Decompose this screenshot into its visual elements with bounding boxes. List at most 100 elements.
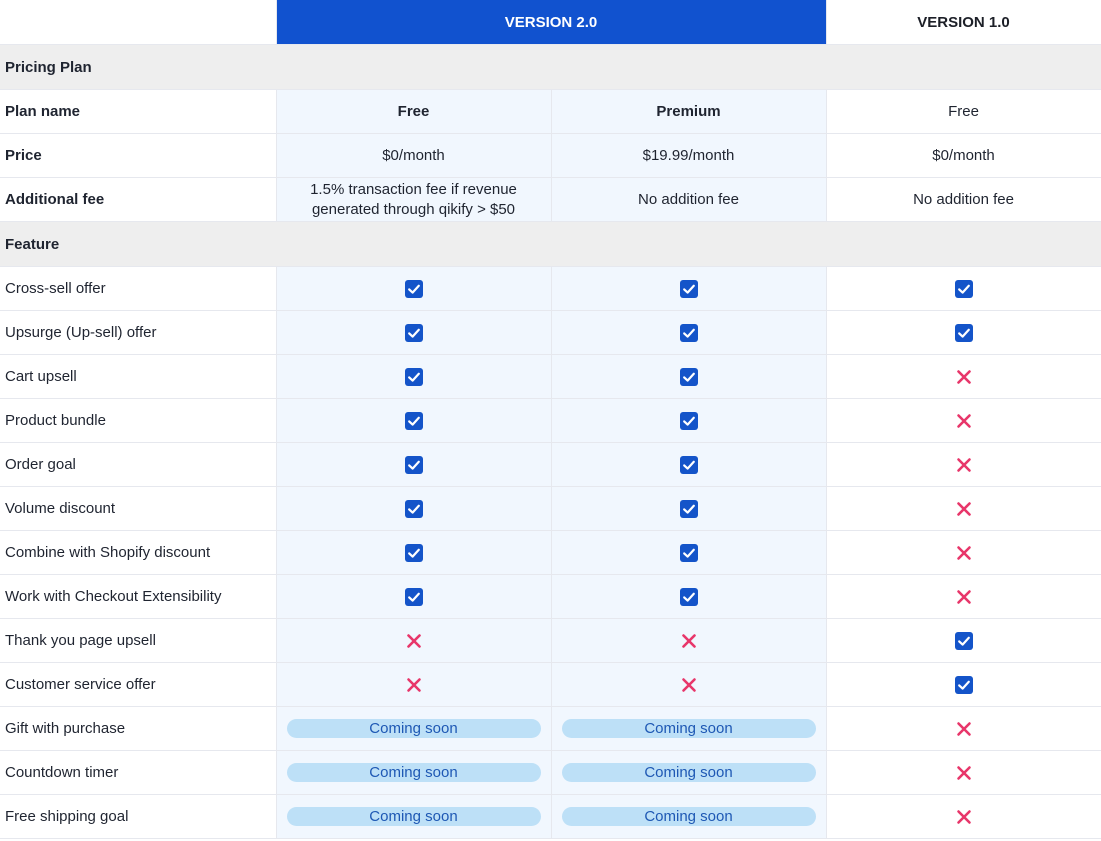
fee-line: 1.5% transaction fee if revenue — [310, 180, 517, 198]
pricing-row-additional-fee: Additional fee 1.5% transaction fee if r… — [0, 177, 1101, 222]
checkbox-checked-icon — [404, 455, 423, 474]
feature-label: Product bundle — [0, 398, 277, 443]
feature-row: Work with Checkout Extensibility — [0, 574, 1101, 619]
cross-icon — [955, 808, 973, 826]
section-pricing-plan: Pricing Plan — [0, 44, 1101, 90]
version-1-cell — [826, 750, 1101, 795]
version-1-cell — [826, 794, 1101, 839]
feature-label: Countdown timer — [0, 750, 277, 795]
coming-soon-badge: Coming soon — [286, 719, 541, 738]
coming-soon-badge: Coming soon — [286, 763, 541, 782]
feature-label: Cart upsell — [0, 354, 277, 399]
version-1-cell — [826, 310, 1101, 355]
fee-line: generated through qikify > $50 — [311, 200, 516, 218]
version-1-cell — [826, 354, 1101, 399]
checkbox-checked-icon — [404, 411, 423, 430]
version-1-cell — [826, 398, 1101, 443]
free-plan-cell — [276, 486, 552, 531]
premium-plan-cell: Coming soon — [551, 706, 827, 751]
feature-row: Countdown timer Coming soon Coming soon — [0, 750, 1101, 795]
coming-soon-badge: Coming soon — [561, 719, 816, 738]
premium-plan-cell — [551, 574, 827, 619]
cross-icon — [955, 720, 973, 738]
cross-icon — [405, 632, 423, 650]
feature-row: Volume discount — [0, 486, 1101, 531]
checkbox-checked-icon — [679, 279, 698, 298]
feature-label: Order goal — [0, 442, 277, 487]
checkbox-checked-icon — [954, 323, 973, 342]
row-label: Plan name — [0, 89, 277, 134]
v1-additional-fee: No addition fee — [826, 177, 1101, 222]
coming-soon-badge: Coming soon — [561, 763, 816, 782]
feature-row: Customer service offer — [0, 662, 1101, 707]
premium-plan-cell — [551, 354, 827, 399]
premium-plan-cell — [551, 486, 827, 531]
cross-icon — [955, 764, 973, 782]
free-plan-name: Free — [276, 89, 552, 134]
checkbox-checked-icon — [404, 543, 423, 562]
feature-row: Free shipping goal Coming soon Coming soon — [0, 794, 1101, 839]
feature-label: Volume discount — [0, 486, 277, 531]
version-1-header: VERSION 1.0 — [826, 0, 1101, 45]
v1-price: $0/month — [826, 133, 1101, 178]
cross-icon — [955, 368, 973, 386]
free-plan-cell — [276, 354, 552, 399]
row-label: Price — [0, 133, 277, 178]
premium-plan-cell: Coming soon — [551, 794, 827, 839]
premium-plan-cell — [551, 266, 827, 311]
free-plan-cell — [276, 618, 552, 663]
checkbox-checked-icon — [954, 279, 973, 298]
cross-icon — [955, 456, 973, 474]
feature-rows: Cross-sell offer Upsurge (Up-sell) offer C… — [0, 266, 1101, 839]
free-plan-cell — [276, 442, 552, 487]
checkbox-checked-icon — [404, 587, 423, 606]
feature-label: Free shipping goal — [0, 794, 277, 839]
checkbox-checked-icon — [679, 543, 698, 562]
checkbox-checked-icon — [679, 455, 698, 474]
coming-soon-badge: Coming soon — [561, 807, 816, 826]
premium-additional-fee: No addition fee — [551, 177, 827, 222]
premium-price: $19.99/month — [551, 133, 827, 178]
version-1-cell — [826, 442, 1101, 487]
free-plan-cell — [276, 574, 552, 619]
header-blank-cell — [0, 0, 277, 45]
section-feature: Feature — [0, 221, 1101, 267]
premium-plan-cell — [551, 310, 827, 355]
feature-label: Thank you page upsell — [0, 618, 277, 663]
version-1-cell — [826, 574, 1101, 619]
free-plan-cell — [276, 310, 552, 355]
header-row: VERSION 2.0 VERSION 1.0 — [0, 0, 1101, 45]
checkbox-checked-icon — [679, 499, 698, 518]
pricing-row-price: Price $0/month $19.99/month $0/month — [0, 133, 1101, 178]
checkbox-checked-icon — [679, 411, 698, 430]
checkbox-checked-icon — [404, 279, 423, 298]
version-1-cell — [826, 618, 1101, 663]
free-plan-cell — [276, 530, 552, 575]
cross-icon — [955, 500, 973, 518]
feature-row: Combine with Shopify discount — [0, 530, 1101, 575]
feature-row: Product bundle — [0, 398, 1101, 443]
feature-row: Thank you page upsell — [0, 618, 1101, 663]
free-additional-fee: 1.5% transaction fee if revenue generate… — [276, 177, 552, 222]
premium-plan-cell — [551, 398, 827, 443]
checkbox-checked-icon — [679, 323, 698, 342]
cross-icon — [955, 544, 973, 562]
pricing-row-plan-name: Plan name Free Premium Free — [0, 89, 1101, 134]
feature-label: Cross-sell offer — [0, 266, 277, 311]
version-1-cell — [826, 706, 1101, 751]
feature-row: Upsurge (Up-sell) offer — [0, 310, 1101, 355]
checkbox-checked-icon — [404, 323, 423, 342]
free-price: $0/month — [276, 133, 552, 178]
feature-label: Upsurge (Up-sell) offer — [0, 310, 277, 355]
free-plan-cell: Coming soon — [276, 750, 552, 795]
checkbox-checked-icon — [954, 675, 973, 694]
feature-row: Gift with purchase Coming soon Coming soon — [0, 706, 1101, 751]
premium-plan-cell — [551, 530, 827, 575]
free-plan-cell: Coming soon — [276, 706, 552, 751]
section-title: Feature — [0, 221, 1101, 267]
row-label: Additional fee — [0, 177, 277, 222]
premium-plan-cell: Coming soon — [551, 750, 827, 795]
checkbox-checked-icon — [954, 631, 973, 650]
cross-icon — [955, 412, 973, 430]
free-plan-cell: Coming soon — [276, 794, 552, 839]
